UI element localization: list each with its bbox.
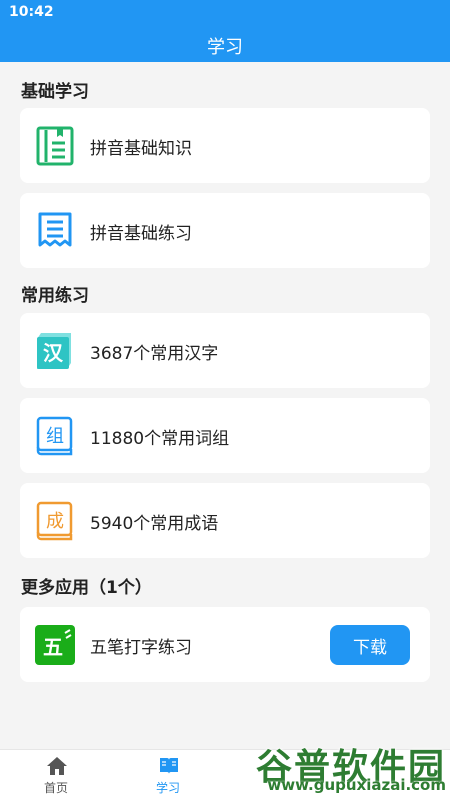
card-label: 3687个常用汉字 xyxy=(90,344,219,364)
app-header: 10:42 学习 xyxy=(0,0,450,62)
card-label: 拼音基础知识 xyxy=(90,139,192,159)
section-title-common: 常用练习 xyxy=(21,286,89,306)
card-label: 5940个常用成语 xyxy=(90,514,219,534)
card-icon-char: 五 xyxy=(43,635,63,659)
card-common-words[interactable]: 组 11880个常用词组 xyxy=(20,398,430,473)
card-common-chars[interactable]: 汉 3687个常用汉字 xyxy=(20,313,430,388)
watermark: 谷普软件园 www.gupuxiazai.com xyxy=(241,738,446,796)
card-label: 拼音基础练习 xyxy=(90,224,192,244)
download-button[interactable]: 下载 xyxy=(330,625,410,665)
nav-item-study[interactable]: 学习 xyxy=(112,750,224,800)
card-icon-char: 成 xyxy=(46,511,64,532)
book-icon xyxy=(160,758,178,774)
nav-label: 学习 xyxy=(155,781,180,795)
watermark-url: www.gupuxiazai.com xyxy=(267,776,446,794)
card-label: 11880个常用词组 xyxy=(90,429,230,449)
wubi-app-icon: 五 xyxy=(35,625,75,665)
section-title-more: 更多应用（1个） xyxy=(21,578,152,598)
document-icon xyxy=(36,126,74,166)
book-zu-icon: 组 xyxy=(36,416,73,456)
card-icon-char: 组 xyxy=(46,426,64,447)
card-pinyin-knowledge[interactable]: 拼音基础知识 xyxy=(20,108,430,183)
card-icon-char: 汉 xyxy=(43,341,64,365)
card-label: 五笔打字练习 xyxy=(90,638,192,658)
han-character-icon: 汉 xyxy=(37,333,71,369)
card-pinyin-practice[interactable]: 拼音基础练习 xyxy=(20,193,430,268)
nav-label: 首页 xyxy=(43,781,68,795)
home-icon xyxy=(47,757,67,775)
receipt-icon xyxy=(38,212,72,247)
status-time: 10:42 xyxy=(9,4,54,20)
section-title-basic: 基础学习 xyxy=(21,82,89,102)
nav-item-home[interactable]: 首页 xyxy=(0,750,112,800)
card-common-idioms[interactable]: 成 5940个常用成语 xyxy=(20,483,430,558)
card-wubi[interactable]: 五 五笔打字练习 下载 xyxy=(20,607,430,682)
page-title: 学习 xyxy=(207,37,243,58)
book-cheng-icon: 成 xyxy=(36,501,73,541)
